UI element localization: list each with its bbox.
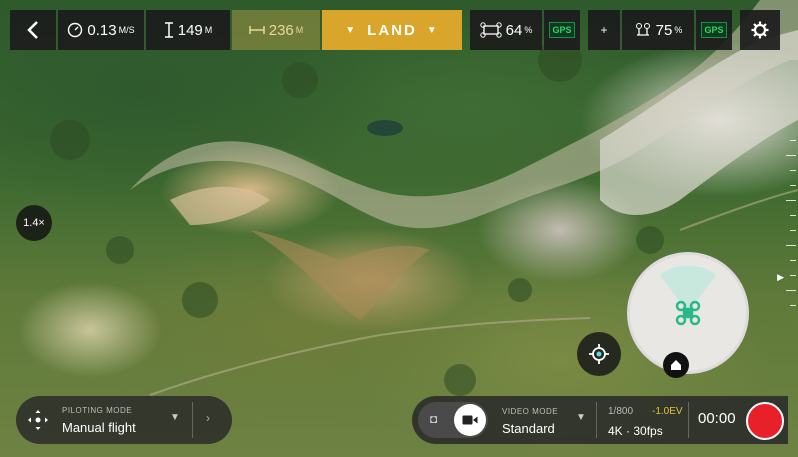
chevron-right-icon[interactable]: ›	[206, 411, 210, 425]
divider	[192, 402, 193, 438]
crosshair-icon	[589, 344, 609, 364]
distance-unit: M	[295, 25, 304, 35]
drone-gps-indicator: GPS	[544, 10, 580, 50]
home-point-button[interactable]	[663, 352, 689, 378]
top-bar: 0.13 M/S 149 M 236 M ▼ LAND ▼ 64 % GPS +	[10, 10, 782, 50]
record-button[interactable]	[746, 402, 784, 440]
mini-map[interactable]	[627, 252, 749, 374]
triangle-down-icon: ▼	[426, 24, 439, 36]
controller-battery-indicator[interactable]: 75 %	[622, 10, 694, 50]
controller-battery-icon	[635, 23, 650, 36]
divider	[596, 402, 597, 438]
speed-unit: M/S	[118, 25, 135, 35]
video-camera-icon	[462, 415, 478, 425]
land-label: LAND	[367, 21, 417, 39]
controller-gps-badge: GPS	[701, 22, 727, 38]
drone-battery-indicator[interactable]: 64 %	[470, 10, 542, 50]
chevron-down-icon: ▼	[170, 412, 180, 423]
piloting-mode-label: PILOTING MODE	[62, 406, 133, 415]
aerial-camera-view	[0, 0, 798, 457]
zoom-level-value: 1.4×	[23, 217, 45, 229]
camera-icon[interactable]: ◘	[430, 412, 437, 426]
controller-battery-unit: %	[674, 25, 683, 35]
resolution-framerate[interactable]: 4K · 30fps	[608, 424, 663, 438]
home-icon	[671, 360, 681, 370]
piloting-mode-panel[interactable]: PILOTING MODE Manual flight ▼ ›	[16, 396, 232, 444]
zoom-level-button[interactable]: 1.4×	[16, 205, 52, 241]
distance-indicator: 236 M	[232, 10, 320, 50]
altitude-scale	[784, 140, 796, 320]
chevron-down-icon: ▼	[576, 412, 586, 423]
altitude-indicator: 149 M	[146, 10, 230, 50]
recording-timer: 00:00	[698, 410, 736, 427]
drone-battery-value: 64	[505, 21, 523, 39]
joystick-icon	[28, 410, 48, 430]
controller-gps-indicator: GPS	[696, 10, 732, 50]
shutter-speed[interactable]: 1/800	[608, 406, 633, 417]
land-button[interactable]: ▼ LAND ▼	[322, 10, 462, 50]
drone-battery-icon	[479, 22, 502, 38]
expand-right-icon[interactable]: ▶	[777, 272, 784, 283]
plus-button[interactable]: +	[588, 10, 620, 50]
photo-video-toggle[interactable]: ◘	[418, 402, 488, 438]
video-mode-value[interactable]: Standard	[502, 421, 555, 436]
camera-controls: ◘ VIDEO MODE Standard ▼ 1/800 -1.0EV 4K …	[412, 396, 788, 444]
video-mode-button[interactable]	[454, 404, 486, 436]
speed-value: 0.13	[87, 21, 117, 39]
altitude-value: 149	[177, 21, 203, 39]
video-mode-label: VIDEO MODE	[502, 407, 559, 416]
altitude-unit: M	[204, 25, 213, 35]
altitude-icon	[164, 22, 173, 38]
controller-battery-value: 75	[655, 21, 673, 39]
terrain-overlay	[50, 0, 798, 396]
plus-icon: +	[600, 23, 608, 37]
triangle-down-icon: ▼	[345, 24, 358, 36]
drone-battery-unit: %	[524, 25, 533, 35]
distance-value: 236	[268, 21, 294, 39]
drone-gps-badge: GPS	[549, 22, 575, 38]
piloting-mode-value: Manual flight	[62, 420, 136, 435]
gear-icon	[751, 21, 769, 39]
settings-button[interactable]	[740, 10, 780, 50]
distance-icon	[248, 26, 265, 34]
recenter-button[interactable]	[577, 332, 621, 376]
back-button[interactable]	[10, 10, 56, 50]
chevron-left-icon	[27, 21, 38, 39]
speed-indicator: 0.13 M/S	[58, 10, 144, 50]
drone-position-icon	[660, 265, 716, 326]
exposure-value[interactable]: -1.0EV	[652, 406, 683, 417]
speedometer-icon	[68, 22, 83, 38]
divider	[688, 402, 689, 438]
